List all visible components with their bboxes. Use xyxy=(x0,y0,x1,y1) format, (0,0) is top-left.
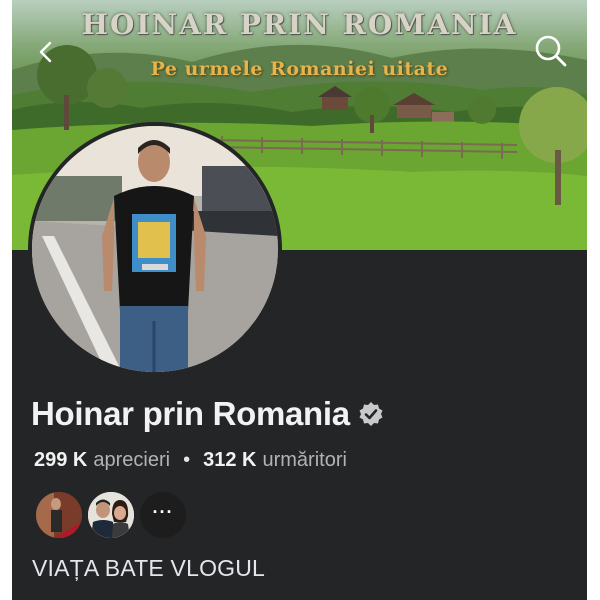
search-button[interactable] xyxy=(531,31,571,71)
likes-count[interactable]: 299 K xyxy=(34,449,87,472)
profile-photo xyxy=(32,126,278,372)
page-name: Hoinar prin Romania xyxy=(31,395,384,433)
page-profile-screen: HOINAR PRIN ROMANIA Pe urmele Romaniei u… xyxy=(12,0,587,600)
page-name-text: Hoinar prin Romania xyxy=(31,395,350,432)
more-followers-button[interactable]: ··· xyxy=(138,490,188,540)
followers-count[interactable]: 312 K xyxy=(203,449,256,472)
cover-title: HOINAR PRIN ROMANIA xyxy=(81,8,518,41)
page-intro: VIAȚA BATE VLOGUL xyxy=(32,555,266,581)
stats-separator: • xyxy=(183,449,191,471)
profile-picture-frame xyxy=(28,122,282,376)
follower-avatar[interactable] xyxy=(34,490,84,540)
back-button[interactable] xyxy=(26,32,66,72)
profile-picture[interactable] xyxy=(32,126,278,372)
search-icon xyxy=(535,35,567,67)
follower-avatar[interactable] xyxy=(86,490,136,540)
page-stats: 299 K aprecieri • 312 K urmăritori xyxy=(34,449,347,472)
likes-label[interactable]: aprecieri xyxy=(93,449,170,472)
verified-badge-icon xyxy=(358,401,384,427)
more-dots-icon: ··· xyxy=(152,501,174,522)
followers-label[interactable]: urmăritori xyxy=(262,449,346,472)
cover-subtitle: Pe urmele Romaniei uitate xyxy=(150,58,449,80)
chevron-left-icon xyxy=(39,41,52,63)
